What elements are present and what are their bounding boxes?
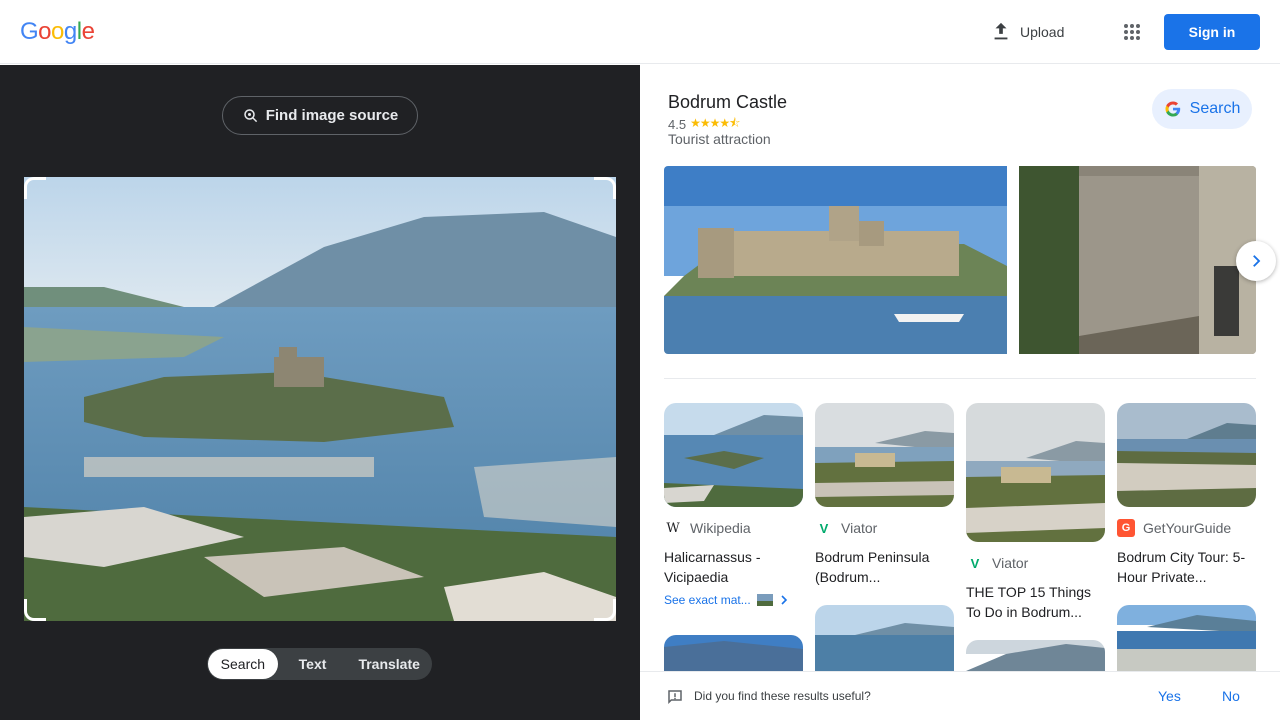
visual-match-card[interactable]: G GetYourGuide Bodrum City Tour: 5-Hour … [1117, 403, 1256, 587]
entity-image-1[interactable] [664, 166, 1007, 354]
upload-icon [994, 22, 1008, 40]
apps-grid-icon [1124, 24, 1140, 40]
feedback-question: Did you find these results useful? [694, 689, 871, 703]
result-source: G GetYourGuide [1117, 519, 1256, 537]
feedback-yes-button[interactable]: Yes [1158, 688, 1181, 704]
result-thumbnail[interactable] [1117, 605, 1256, 671]
logo-letter: o [51, 18, 64, 45]
source-name: GetYourGuide [1143, 520, 1232, 536]
crop-handle-bottom-right[interactable] [594, 599, 616, 621]
result-thumbnail[interactable] [664, 635, 803, 671]
chevron-right-icon [1253, 255, 1261, 267]
logo-letter: o [38, 18, 52, 45]
source-name: Wikipedia [690, 520, 751, 536]
entity-search-button[interactable]: Search [1152, 89, 1252, 129]
viator-icon: V [970, 555, 980, 571]
result-thumbnail [815, 403, 954, 507]
result-thumbnail [966, 403, 1105, 542]
result-thumbnail[interactable] [966, 640, 1105, 671]
result-thumbnail [664, 403, 803, 507]
google-g-icon [1165, 101, 1180, 117]
tab-translate[interactable]: Translate [347, 649, 431, 679]
wikipedia-icon: W [666, 520, 680, 536]
source-name: Viator [841, 520, 878, 536]
visual-match-card[interactable]: W Wikipedia Halicarnassus - Vicipaedia S… [664, 403, 803, 607]
logo-letter: g [63, 18, 77, 45]
image-icon [756, 594, 773, 606]
crop-handle-bottom-left[interactable] [24, 599, 46, 621]
logo-letter: G [20, 18, 39, 45]
feedback-no-button[interactable]: No [1222, 688, 1240, 704]
rating-value: 4.5 [668, 117, 687, 132]
tab-text[interactable]: Text [278, 649, 348, 679]
tab-search[interactable]: Search [208, 649, 278, 679]
result-title[interactable]: Bodrum City Tour: 5-Hour Private... [1117, 547, 1256, 587]
sign-in-button[interactable]: Sign in [1164, 14, 1260, 50]
query-image-pane: Find image source Search Text Translate [0, 65, 640, 720]
visual-match-card[interactable]: V Viator THE TOP 15 Things To Do in Bodr… [966, 403, 1105, 622]
viator-icon: V [819, 520, 829, 536]
entity-image-2[interactable] [1019, 166, 1256, 354]
result-title[interactable]: Bodrum Peninsula (Bodrum... [815, 547, 954, 587]
result-thumbnail[interactable] [815, 605, 954, 671]
exact-label: See exact mat... [664, 593, 751, 607]
result-title[interactable]: THE TOP 15 Things To Do in Bodrum... [966, 582, 1105, 622]
entity-title[interactable]: Bodrum Castle [668, 92, 787, 113]
top-bar: Google Upload Sign in [0, 0, 1280, 64]
feedback-bar: Did you find these results useful? Yes N… [640, 671, 1280, 720]
upload-label: Upload [1020, 24, 1065, 40]
entity-search-label: Search [1189, 100, 1241, 117]
crop-handle-top-right[interactable] [594, 177, 616, 199]
result-thumbnail [1117, 403, 1256, 507]
find-image-source-button[interactable]: Find image source [222, 96, 418, 135]
result-source: W Wikipedia [664, 519, 803, 537]
result-source: V Viator [815, 519, 954, 537]
carousel-next-button[interactable] [1236, 241, 1276, 281]
query-image[interactable] [24, 177, 616, 621]
mode-tabs: Search Text Translate [207, 648, 432, 680]
google-logo[interactable]: Google [20, 18, 95, 46]
getyourguide-icon: G [1117, 519, 1135, 537]
logo-letter: e [81, 18, 95, 45]
lens-search-icon [243, 108, 257, 122]
apps-button[interactable] [1120, 20, 1144, 44]
crop-handle-top-left[interactable] [24, 177, 46, 199]
result-source: V Viator [966, 554, 1105, 572]
see-exact-matches-link[interactable]: See exact mat... [664, 593, 803, 607]
result-title[interactable]: Halicarnassus - Vicipaedia [664, 547, 803, 587]
visual-match-card[interactable]: V Viator Bodrum Peninsula (Bodrum... [815, 403, 954, 587]
entity-type: Tourist attraction [668, 131, 771, 147]
find-source-label: Find image source [265, 107, 399, 124]
upload-button[interactable]: Upload [990, 20, 1064, 44]
chevron-right-icon [781, 595, 787, 605]
feedback-icon [668, 690, 682, 705]
section-divider [664, 378, 1256, 379]
results-pane: Bodrum Castle 4.5 ★★★★⯪ Tourist attracti… [640, 65, 1280, 720]
source-name: Viator [992, 555, 1029, 571]
